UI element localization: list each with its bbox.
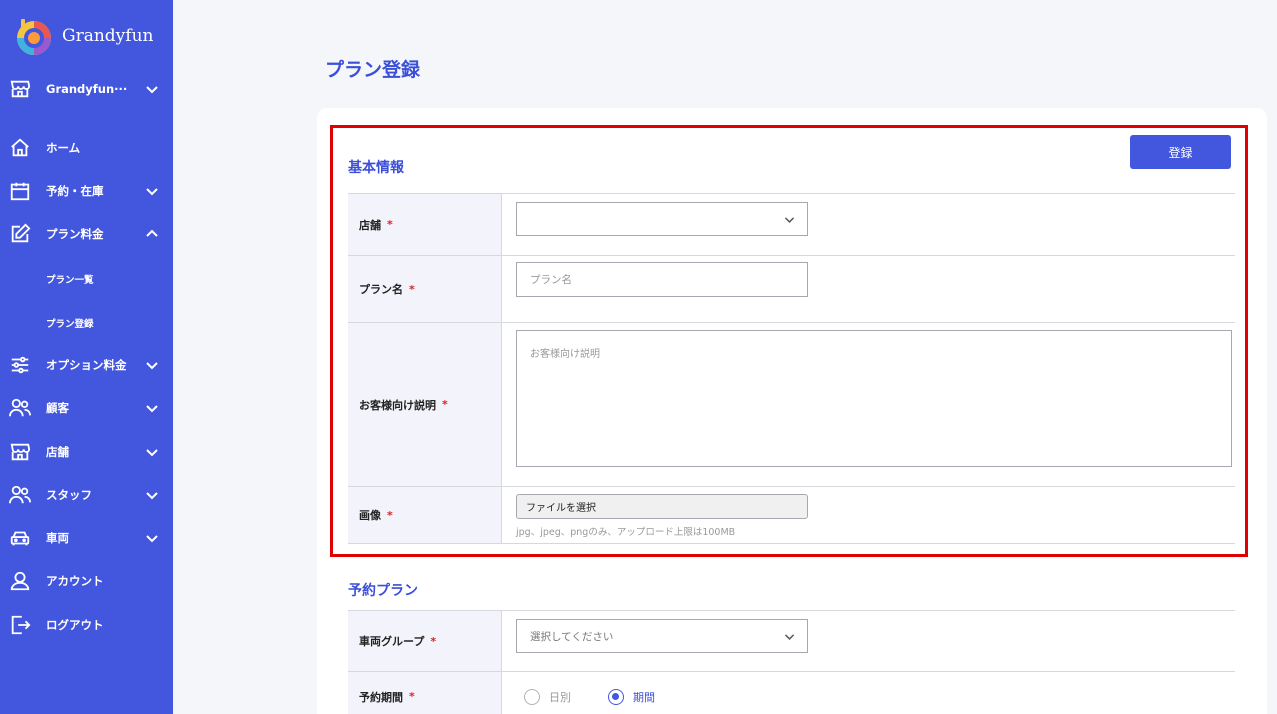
brand[interactable]: Grandyfun	[14, 16, 153, 56]
radio-period[interactable]: 期間	[608, 689, 655, 705]
edit-icon	[8, 222, 32, 246]
calendar-icon	[8, 179, 32, 203]
sidebar-item-label: 店舗	[46, 445, 69, 459]
sidebar-item-staff[interactable]: スタッフ	[0, 480, 173, 510]
sidebar-item-logout[interactable]: ログアウト	[0, 610, 173, 640]
chevron-up-icon	[144, 226, 160, 242]
vehicle-group-select[interactable]: 選択してください	[516, 619, 808, 653]
sliders-icon	[8, 353, 32, 377]
chevron-down-icon	[144, 81, 160, 97]
sidebar-item-label: ログアウト	[46, 618, 104, 632]
sidebar-subitem-plan-list[interactable]: プラン一覧	[46, 272, 94, 286]
sidebar-item-account[interactable]: アカウント	[0, 566, 173, 596]
logout-icon	[8, 613, 32, 637]
radio-daily[interactable]: 日別	[524, 689, 571, 705]
users-icon	[8, 483, 32, 507]
sidebar-item-label: 顧客	[46, 401, 69, 415]
field-label: 予約期間 *	[348, 672, 502, 714]
car-icon	[8, 526, 32, 550]
chevron-down-icon	[783, 630, 796, 643]
sidebar-item-label: スタッフ	[46, 488, 92, 502]
required-mark: *	[430, 634, 437, 648]
field-label: 車両グループ *	[348, 611, 502, 671]
store-selector[interactable]: Grandyfun···	[0, 74, 173, 104]
sidebar-item-reservation[interactable]: 予約・在庫	[0, 176, 173, 206]
sidebar-item-stores[interactable]: 店舗	[0, 437, 173, 467]
store-icon	[8, 77, 32, 101]
period-label: 予約期間	[359, 690, 403, 704]
store-selector-label: Grandyfun···	[46, 82, 128, 96]
radio-label: 期間	[633, 691, 655, 704]
radio-label: 日別	[549, 691, 571, 704]
brand-name: Grandyfun	[62, 26, 154, 46]
users-icon	[8, 396, 32, 420]
radio-circle	[608, 689, 624, 705]
required-mark: *	[409, 690, 415, 703]
store-icon	[8, 440, 32, 464]
sidebar-item-label: オプション料金	[46, 358, 127, 372]
sidebar-item-plan-pricing[interactable]: プラン料金	[0, 219, 173, 249]
chevron-down-icon	[144, 400, 160, 416]
page-title: プラン登録	[325, 59, 421, 81]
sidebar-item-customers[interactable]: 顧客	[0, 393, 173, 423]
highlight-box	[330, 125, 1248, 557]
chevron-down-icon	[144, 183, 160, 199]
sidebar-item-label: プラン料金	[46, 227, 104, 241]
sidebar-item-label: アカウント	[46, 574, 104, 588]
chevron-down-icon	[144, 444, 160, 460]
brand-logo-icon	[14, 16, 54, 56]
home-icon	[8, 136, 32, 160]
form-row-vehicle-group: 車両グループ * 選択してください	[348, 610, 1235, 671]
sidebar-item-label: 予約・在庫	[46, 184, 104, 198]
vehicle-group-label: 車両グループ	[359, 635, 425, 648]
sidebar-item-home[interactable]: ホーム	[0, 133, 173, 163]
sidebar-item-label: ホーム	[46, 141, 81, 155]
chevron-down-icon	[144, 357, 160, 373]
sidebar-item-vehicles[interactable]: 車両	[0, 523, 173, 553]
sidebar: Grandyfun Grandyfun··· ホーム 予約・在庫 プラン料金 プ…	[0, 0, 173, 714]
section-title-reservation-plan: 予約プラン	[348, 583, 418, 599]
sidebar-item-label: 車両	[46, 531, 69, 545]
form-row-period: 予約期間 * 日別 期間	[348, 671, 1235, 714]
vehicle-group-placeholder: 選択してください	[530, 630, 614, 643]
sidebar-subitem-plan-register[interactable]: プラン登録	[46, 316, 94, 330]
sidebar-item-option-pricing[interactable]: オプション料金	[0, 350, 173, 380]
chevron-down-icon	[144, 487, 160, 503]
user-icon	[8, 569, 32, 593]
radio-circle	[524, 689, 540, 705]
chevron-down-icon	[144, 530, 160, 546]
